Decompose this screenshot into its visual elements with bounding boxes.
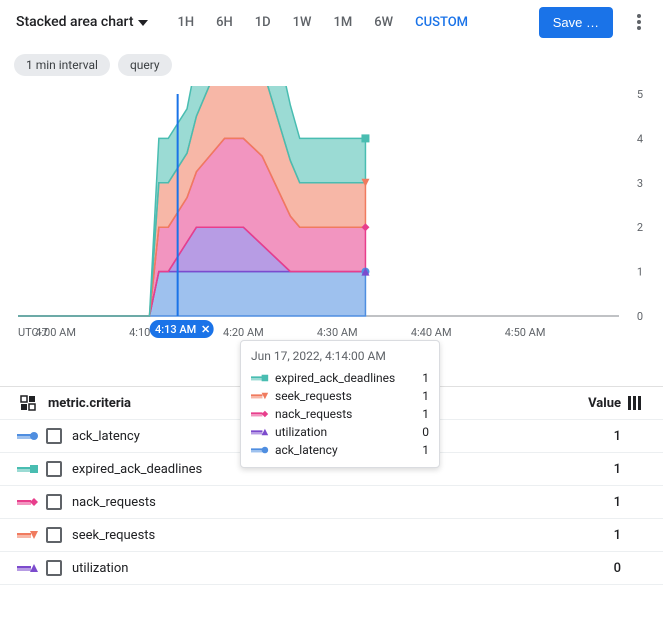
legend-series-name: seek_requests xyxy=(66,528,571,543)
legend-checkbox[interactable] xyxy=(42,461,66,477)
time-range-1d[interactable]: 1D xyxy=(245,9,281,36)
chip-1[interactable]: query xyxy=(118,54,172,76)
legend-swatch xyxy=(14,497,42,507)
svg-text:3: 3 xyxy=(637,177,643,190)
tooltip-row: nack_requests1 xyxy=(251,405,429,423)
save-button[interactable]: Save … xyxy=(539,7,613,38)
legend-swatch xyxy=(14,530,42,540)
column-settings-icon[interactable] xyxy=(621,396,649,410)
legend-row[interactable]: utilization 0 xyxy=(0,552,663,585)
legend-swatch xyxy=(14,563,42,573)
time-range-1w[interactable]: 1W xyxy=(283,9,322,36)
stacked-area-chart: 4:00 AM4:10 AM4:20 AM4:30 AM4:40 AM4:50 … xyxy=(14,86,649,346)
legend-checkbox[interactable] xyxy=(42,428,66,444)
svg-text:UTC-7: UTC-7 xyxy=(18,326,48,339)
svg-text:4:20 AM: 4:20 AM xyxy=(223,326,264,339)
svg-text:4: 4 xyxy=(637,132,643,145)
time-range-6w[interactable]: 6W xyxy=(364,9,403,36)
svg-text:4:40 AM: 4:40 AM xyxy=(411,326,452,339)
legend-swatch xyxy=(14,464,42,474)
legend-swatch xyxy=(14,431,42,441)
toolbar: Stacked area chart 1H6H1D1W1M6WCUSTOM Sa… xyxy=(0,0,663,44)
legend-checkbox[interactable] xyxy=(42,527,66,543)
chip-row: 1 min interval query xyxy=(0,44,663,82)
svg-text:4:50 AM: 4:50 AM xyxy=(505,326,546,339)
legend-series-value: 1 xyxy=(571,429,621,444)
svg-text:1: 1 xyxy=(637,266,643,279)
chip-0[interactable]: 1 min interval xyxy=(14,54,110,76)
criteria-icon xyxy=(14,395,42,411)
more-menu-button[interactable] xyxy=(623,6,655,38)
svg-text:2: 2 xyxy=(637,221,643,234)
legend-row[interactable]: nack_requests 1 xyxy=(0,486,663,519)
legend-series-name: utilization xyxy=(66,561,571,576)
tooltip-row: seek_requests1 xyxy=(251,387,429,405)
kebab-icon xyxy=(637,14,641,30)
legend-series-value: 1 xyxy=(571,528,621,543)
pinned-time-pill: 4:13 AM xyxy=(150,320,214,338)
time-range-group: 1H6H1D1W1M6WCUSTOM xyxy=(168,9,479,36)
legend-series-value: 1 xyxy=(571,462,621,477)
legend-value-header: Value xyxy=(588,396,621,411)
legend-series-value: 1 xyxy=(571,495,621,510)
chart-tooltip: Jun 17, 2022, 4:14:00 AM expired_ack_dea… xyxy=(240,340,440,468)
svg-text:4:30 AM: 4:30 AM xyxy=(317,326,358,339)
legend-row[interactable]: seek_requests 1 xyxy=(0,519,663,552)
svg-text:0: 0 xyxy=(637,310,643,323)
chart-type-dropdown[interactable]: Stacked area chart xyxy=(16,14,148,30)
legend-checkbox[interactable] xyxy=(42,560,66,576)
legend-series-name: nack_requests xyxy=(66,495,571,510)
time-range-1h[interactable]: 1H xyxy=(168,9,205,36)
legend-checkbox[interactable] xyxy=(42,494,66,510)
chart-type-label: Stacked area chart xyxy=(16,14,134,30)
tooltip-timestamp: Jun 17, 2022, 4:14:00 AM xyxy=(251,349,429,363)
svg-text:4:13 AM: 4:13 AM xyxy=(155,323,196,336)
tooltip-row: utilization0 xyxy=(251,423,429,441)
legend-header-label: metric.criteria xyxy=(48,396,131,411)
tooltip-row: expired_ack_deadlines1 xyxy=(251,369,429,387)
time-range-6h[interactable]: 6H xyxy=(206,9,243,36)
chart-area[interactable]: 4:00 AM4:10 AM4:20 AM4:30 AM4:40 AM4:50 … xyxy=(14,86,649,346)
svg-text:5: 5 xyxy=(637,88,643,101)
legend-series-value: 0 xyxy=(571,561,621,576)
time-range-custom[interactable]: CUSTOM xyxy=(405,9,478,36)
time-range-1m[interactable]: 1M xyxy=(324,9,363,36)
caret-down-icon xyxy=(138,14,148,30)
tooltip-row: ack_latency1 xyxy=(251,441,429,459)
